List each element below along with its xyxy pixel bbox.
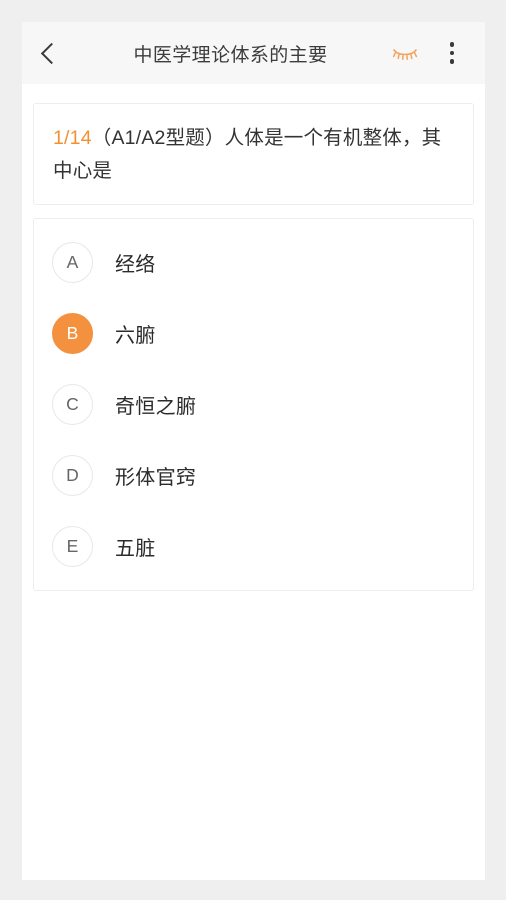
option-letter-c[interactable]: C [52,384,93,425]
eye-closed-icon [392,49,418,60]
question-index: 1/14 [53,127,92,149]
option-label-c: 奇恒之腑 [115,396,197,418]
app-frame: 中医学理论体系的主要 1/14（A1/A2型题）人体是一个有机整体，其中心是 A… [22,22,485,880]
option-row-d[interactable]: D 形体官窍 [34,440,473,511]
more-vertical-icon-dot-1 [449,42,455,47]
option-letter-b[interactable]: B [52,313,93,354]
question-text: 1/14（A1/A2型题）人体是一个有机整体，其中心是 [53,122,454,188]
option-letter-e[interactable]: E [52,526,93,567]
status-bar [0,0,506,22]
option-label-b: 六腑 [115,325,156,347]
question-card: 1/14（A1/A2型题）人体是一个有机整体，其中心是 [33,103,474,205]
more-options-button[interactable] [439,33,465,73]
option-letter-a[interactable]: A [52,242,93,283]
back-button[interactable] [32,33,70,73]
phone-screen: 中医学理论体系的主要 1/14（A1/A2型题）人体是一个有机整体，其中心是 A… [0,0,506,900]
content-area: 1/14（A1/A2型题）人体是一个有机整体，其中心是 A 经络 B 六腑 C … [22,84,485,880]
more-vertical-icon-dot-2 [449,50,455,56]
option-label-d: 形体官窍 [115,467,197,489]
hide-answer-toggle[interactable] [385,33,425,73]
option-row-a[interactable]: A 经络 [34,227,473,298]
chevron-left-icon [40,42,62,64]
option-row-c[interactable]: C 奇恒之腑 [34,369,473,440]
app-header: 中医学理论体系的主要 [22,22,485,84]
option-row-b[interactable]: B 六腑 [34,298,473,369]
question-body: （A1/A2型题）人体是一个有机整体，其中心是 [53,127,442,182]
option-label-a: 经络 [115,254,156,276]
more-vertical-icon-dot-3 [449,59,455,64]
page-title: 中医学理论体系的主要 [133,44,328,66]
option-row-e[interactable]: E 五脏 [34,511,473,582]
option-letter-d[interactable]: D [52,455,93,496]
option-label-e: 五脏 [115,538,156,560]
options-card: A 经络 B 六腑 C 奇恒之腑 D 形体官窍 E 五脏 [33,218,474,591]
